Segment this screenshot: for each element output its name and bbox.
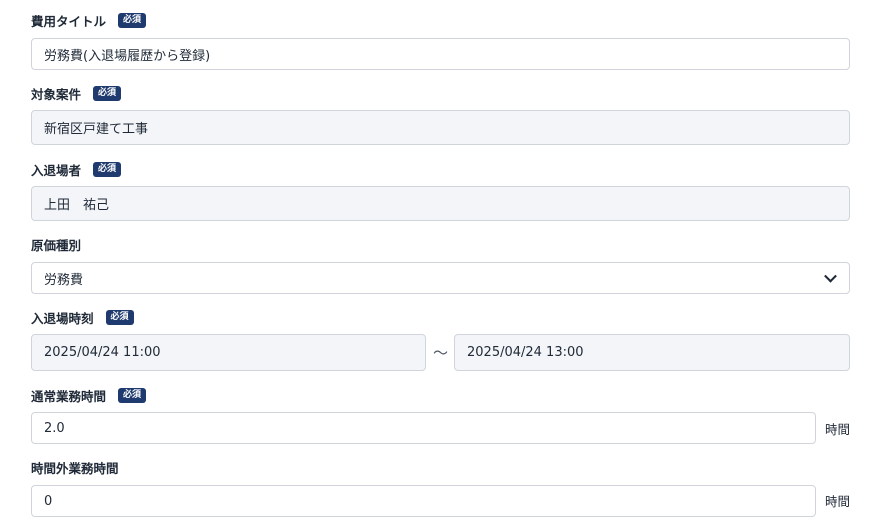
person-label-row: 入退場者 必須 bbox=[31, 159, 122, 179]
cost-type-selected-value: 労務費 bbox=[44, 272, 84, 288]
required-badge: 必須 bbox=[105, 309, 134, 325]
overtime-hours-input-field[interactable] bbox=[44, 486, 815, 516]
regular-hours-input[interactable] bbox=[31, 412, 816, 444]
cost-type-label: 原価種別 bbox=[31, 237, 82, 253]
cost-type-select[interactable]: 労務費 bbox=[31, 262, 850, 294]
range-separator: 〜 bbox=[433, 344, 449, 362]
entry-time-label: 入退場時刻 bbox=[31, 310, 94, 326]
required-badge: 必須 bbox=[118, 12, 147, 28]
cost-type-label-row: 原価種別 bbox=[31, 234, 81, 254]
project-label: 対象案件 bbox=[31, 86, 82, 102]
chevron-down-icon bbox=[824, 269, 837, 283]
project-label-row: 対象案件 必須 bbox=[31, 83, 122, 103]
person-value: 上田 祐己 bbox=[44, 198, 110, 213]
person-field: 上田 祐己 bbox=[31, 186, 850, 221]
required-badge: 必須 bbox=[93, 85, 122, 101]
entry-start-field: 2025/04/24 11:00 bbox=[31, 334, 426, 371]
title-input-field[interactable] bbox=[44, 39, 849, 69]
entry-time-label-row: 入退場時刻 必須 bbox=[31, 307, 134, 327]
overtime-hours-input[interactable] bbox=[31, 485, 816, 517]
title-input[interactable] bbox=[31, 38, 850, 70]
overtime-hours-label: 時間外業務時間 bbox=[31, 460, 119, 476]
regular-hours-label: 通常業務時間 bbox=[31, 388, 107, 404]
overtime-hours-unit: 時間 bbox=[825, 494, 851, 509]
regular-hours-unit: 時間 bbox=[825, 422, 851, 437]
person-label: 入退場者 bbox=[31, 162, 82, 178]
required-badge: 必須 bbox=[93, 161, 122, 177]
overtime-hours-label-row: 時間外業務時間 bbox=[31, 457, 119, 477]
entry-start-value: 2025/04/24 11:00 bbox=[44, 345, 161, 360]
entry-end-value: 2025/04/24 13:00 bbox=[467, 345, 584, 360]
entry-end-field: 2025/04/24 13:00 bbox=[454, 334, 850, 371]
project-field: 新宿区戸建て工事 bbox=[31, 110, 850, 145]
title-label-row: 費用タイトル 必須 bbox=[31, 10, 147, 30]
regular-hours-label-row: 通常業務時間 必須 bbox=[31, 385, 147, 405]
project-value: 新宿区戸建て工事 bbox=[44, 122, 149, 137]
required-badge: 必須 bbox=[118, 387, 147, 403]
title-label: 費用タイトル bbox=[31, 13, 107, 29]
regular-hours-input-field[interactable] bbox=[44, 413, 815, 443]
